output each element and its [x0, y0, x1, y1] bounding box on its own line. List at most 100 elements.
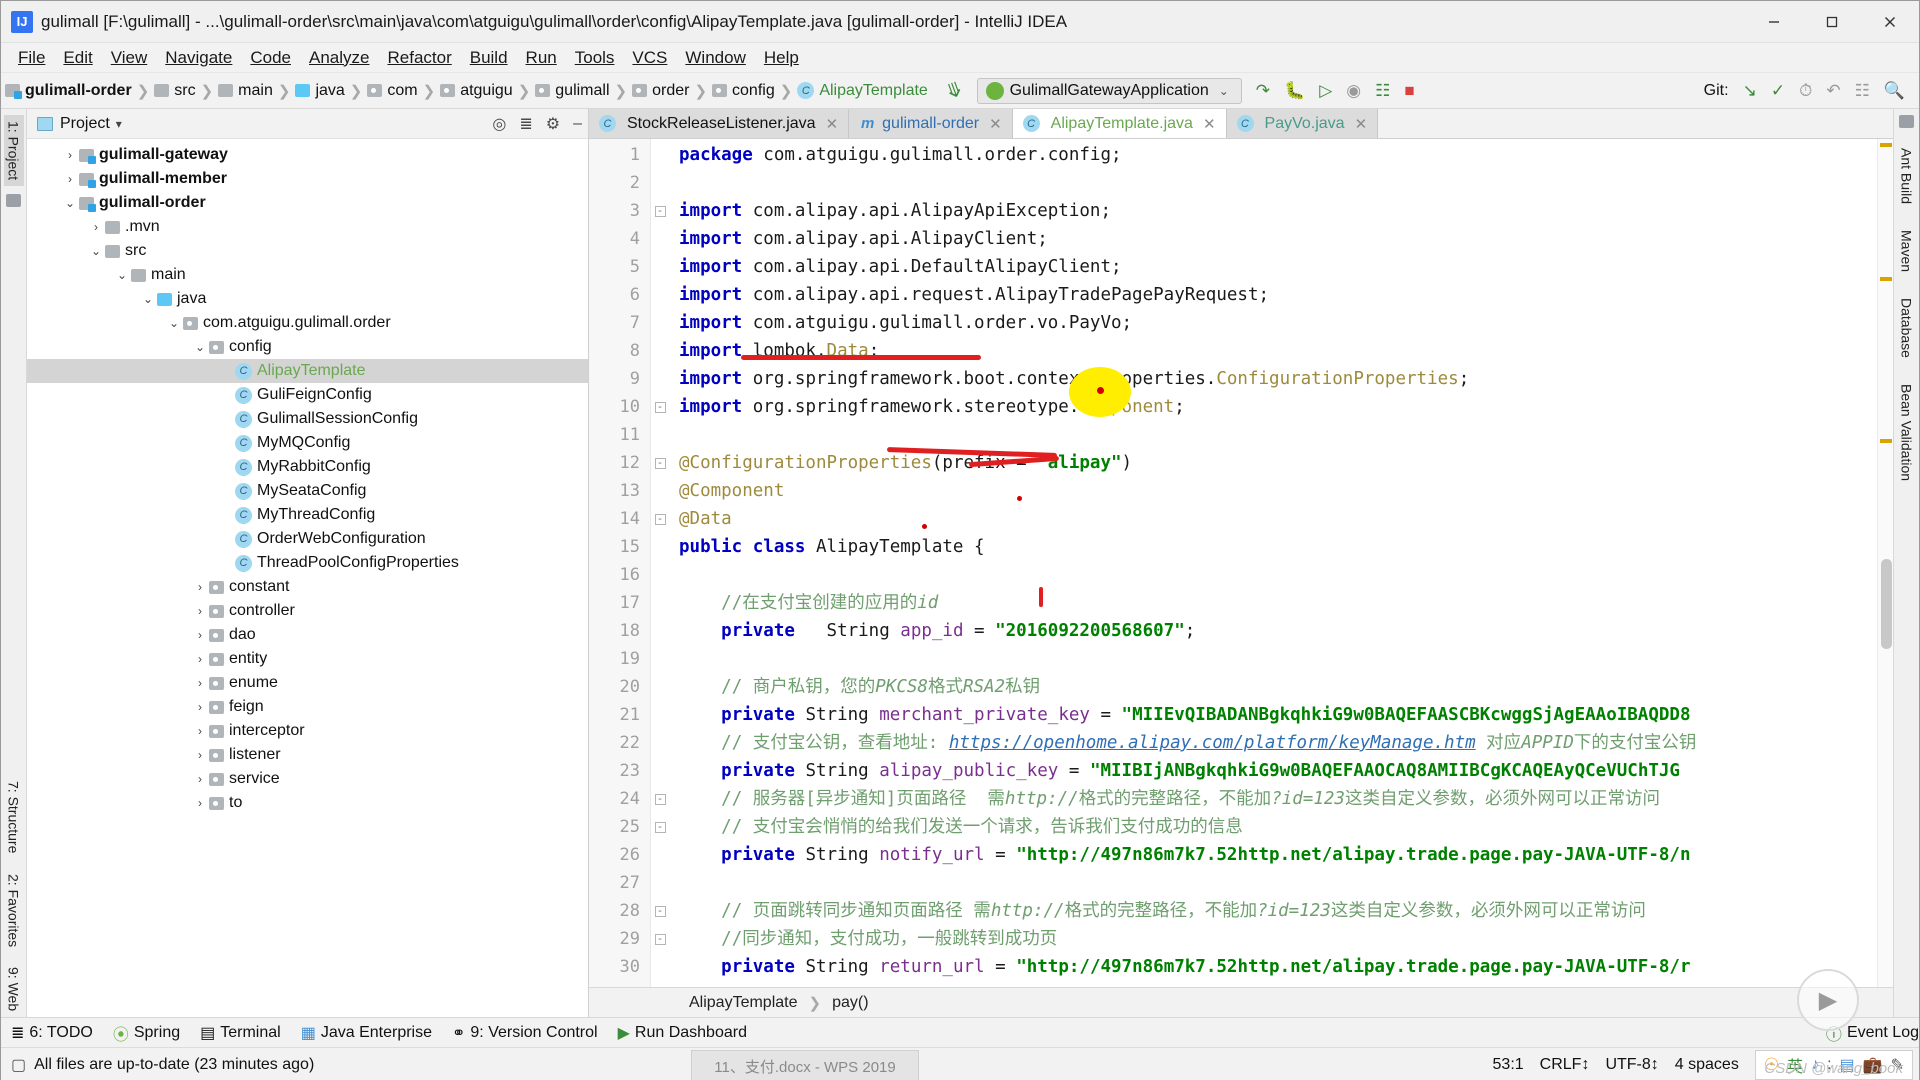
- fold-box-icon[interactable]: -: [654, 905, 666, 917]
- code-line[interactable]: @Data: [669, 505, 1877, 533]
- code-line[interactable]: //在支付宝创建的应用的id: [669, 589, 1877, 617]
- tool-window-spring[interactable]: ⦿ Spring: [113, 1021, 180, 1045]
- tree-item-gulimall-member[interactable]: › gulimall-member: [27, 167, 588, 191]
- breadcrumb-item-atguigu[interactable]: atguigu: [440, 82, 513, 100]
- breadcrumb-item-gulimall[interactable]: gulimall: [535, 82, 610, 100]
- code-line[interactable]: import com.atguigu.gulimall.order.vo.Pay…: [669, 309, 1877, 337]
- tree-item-entity[interactable]: › entity: [27, 647, 588, 671]
- tree-item-to[interactable]: › to: [27, 791, 588, 815]
- file-encoding[interactable]: UTF-8↕: [1605, 1056, 1658, 1074]
- fold-toggle-icon[interactable]: -: [651, 925, 669, 953]
- code-line[interactable]: [669, 645, 1877, 673]
- code-line[interactable]: private String alipay_public_key = "MIIB…: [669, 757, 1877, 785]
- menu-help[interactable]: Help: [755, 45, 808, 71]
- tree-item-gulimallsessionconfig[interactable]: C GulimallSessionConfig: [27, 407, 588, 431]
- caret-position[interactable]: 53:1: [1493, 1056, 1524, 1074]
- code-line[interactable]: import com.alipay.api.request.AlipayTrad…: [669, 281, 1877, 309]
- attach-debugger-icon[interactable]: ☷: [1375, 81, 1390, 101]
- tree-item-constant[interactable]: › constant: [27, 575, 588, 599]
- sidebar-item-maven[interactable]: Maven: [1897, 224, 1917, 278]
- error-stripe[interactable]: [1877, 139, 1893, 987]
- tree-item-mythreadconfig[interactable]: C MyThreadConfig: [27, 503, 588, 527]
- code-line[interactable]: import org.springframework.stereotype.Co…: [669, 393, 1877, 421]
- chevron-down-icon[interactable]: ⌄: [89, 244, 103, 258]
- sidebar-item-bean-validation[interactable]: Bean Validation: [1897, 378, 1917, 487]
- build-hammer-icon[interactable]: ⤋: [942, 76, 966, 105]
- chevron-right-icon[interactable]: ›: [63, 172, 77, 186]
- breadcrumb-item-alipaytemplate[interactable]: C AlipayTemplate: [797, 82, 928, 100]
- code-line[interactable]: [669, 169, 1877, 197]
- menu-window[interactable]: Window: [676, 45, 754, 71]
- video-play-overlay-button[interactable]: ▶: [1797, 969, 1859, 1031]
- stop-icon[interactable]: ■: [1404, 81, 1414, 101]
- maximize-button[interactable]: [1803, 1, 1861, 42]
- tree-item-feign[interactable]: › feign: [27, 695, 588, 719]
- menu-run[interactable]: Run: [517, 45, 566, 71]
- rerun-icon[interactable]: ↷: [1256, 81, 1270, 101]
- fold-box-icon[interactable]: -: [654, 513, 666, 525]
- sidebar-item-database[interactable]: Database: [1897, 292, 1917, 364]
- chevron-down-icon[interactable]: ⌄: [167, 316, 181, 330]
- minimize-button[interactable]: [1745, 1, 1803, 42]
- close-icon[interactable]: ✕: [826, 115, 839, 133]
- tree-item-enume[interactable]: › enume: [27, 671, 588, 695]
- indent-setting[interactable]: 4 spaces: [1675, 1056, 1739, 1074]
- code-line[interactable]: // 页面跳转同步通知页面路径 需http://格式的完整路径，不能加?id=1…: [669, 897, 1877, 925]
- ant-icon[interactable]: [1899, 115, 1914, 128]
- fold-box-icon[interactable]: -: [654, 457, 666, 469]
- search-everywhere-icon[interactable]: 🔍: [1884, 81, 1905, 101]
- sidebar-item-project[interactable]: 1: Project: [3, 115, 24, 187]
- editor-scrollbar-thumb[interactable]: [1881, 559, 1892, 649]
- breadcrumb-item-src[interactable]: src: [154, 82, 196, 100]
- close-icon[interactable]: ✕: [989, 115, 1002, 133]
- tree-item-controller[interactable]: › controller: [27, 599, 588, 623]
- chevron-right-icon[interactable]: ›: [193, 772, 207, 786]
- fold-toggle-icon[interactable]: -: [651, 785, 669, 813]
- chevron-right-icon[interactable]: ›: [89, 220, 103, 234]
- fold-toggle-icon[interactable]: -: [651, 197, 669, 225]
- menu-build[interactable]: Build: [461, 45, 517, 71]
- code-line[interactable]: //同步通知，支付成功，一般跳转到成功页: [669, 925, 1877, 953]
- code-line[interactable]: [669, 561, 1877, 589]
- tree-item-service[interactable]: › service: [27, 767, 588, 791]
- chevron-right-icon[interactable]: ›: [193, 700, 207, 714]
- run-with-coverage-icon[interactable]: ▷: [1319, 81, 1332, 101]
- menu-analyze[interactable]: Analyze: [300, 45, 378, 71]
- code-line[interactable]: import lombok.Data;: [669, 337, 1877, 365]
- code-line[interactable]: // 支付宝会悄悄的给我们发送一个请求，告诉我们支付成功的信息: [669, 813, 1877, 841]
- editor-tab-stockreleaselistener-java[interactable]: C StockReleaseListener.java ✕: [589, 109, 850, 138]
- tree-item-config[interactable]: ⌄ config: [27, 335, 588, 359]
- project-tree[interactable]: › gulimall-gateway › gulimall-member ⌄ gulima…: [27, 139, 588, 1017]
- tree-item-orderwebconfiguration[interactable]: C OrderWebConfiguration: [27, 527, 588, 551]
- code-line[interactable]: @ConfigurationProperties(prefix = "alipa…: [669, 449, 1877, 477]
- chevron-down-icon[interactable]: ⌄: [141, 292, 155, 306]
- tool-window-run-dashboard[interactable]: ▶ Run Dashboard: [618, 1023, 747, 1043]
- tree-item-myseataconfig[interactable]: C MySeataConfig: [27, 479, 588, 503]
- tree-item-java[interactable]: ⌄ java: [27, 287, 588, 311]
- code-line[interactable]: private String notify_url = "http://497n…: [669, 841, 1877, 869]
- chevron-down-icon[interactable]: ⌄: [193, 340, 207, 354]
- fold-box-icon[interactable]: -: [654, 821, 666, 833]
- fold-toggle-icon[interactable]: -: [651, 897, 669, 925]
- tree-item-dao[interactable]: › dao: [27, 623, 588, 647]
- debug-icon[interactable]: 🐛: [1284, 81, 1305, 101]
- chevron-right-icon[interactable]: ›: [193, 628, 207, 642]
- code-line[interactable]: [669, 421, 1877, 449]
- commit-icon[interactable]: ✓: [1771, 81, 1785, 101]
- tree-item--mvn[interactable]: › .mvn: [27, 215, 588, 239]
- code-editor[interactable]: 1 2 3 4 5 6 7 8 9 10 11 12 13 14 15 16 17 18 19 20 21 22 23 24 2…: [589, 139, 1893, 987]
- collapse-all-icon[interactable]: ≣: [519, 114, 532, 134]
- code-line[interactable]: [669, 869, 1877, 897]
- sidebar-item-ant-build[interactable]: Ant Build: [1897, 142, 1917, 210]
- fold-box-icon[interactable]: -: [654, 401, 666, 413]
- code-line[interactable]: private String return_url = "http://497n…: [669, 953, 1877, 981]
- fold-toggle-icon[interactable]: -: [651, 393, 669, 421]
- menu-edit[interactable]: Edit: [54, 45, 101, 71]
- fold-box-icon[interactable]: -: [654, 933, 666, 945]
- tree-item-interceptor[interactable]: › interceptor: [27, 719, 588, 743]
- fold-box-icon[interactable]: -: [654, 793, 666, 805]
- breadcrumb-method[interactable]: pay(): [832, 994, 868, 1012]
- code-line[interactable]: // 商户私钥，您的PKCS8格式RSA2私钥: [669, 673, 1877, 701]
- tree-item-gulimall-order[interactable]: ⌄ gulimall-order: [27, 191, 588, 215]
- tree-item-listener[interactable]: › listener: [27, 743, 588, 767]
